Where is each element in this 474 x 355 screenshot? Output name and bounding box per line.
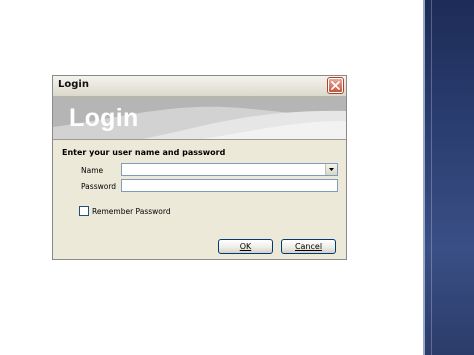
name-combobox[interactable] bbox=[121, 163, 338, 176]
banner-title: Login bbox=[69, 104, 139, 132]
ok-button-label: OK bbox=[239, 242, 252, 251]
dialog-content: Enter your user name and password Name P… bbox=[53, 140, 346, 261]
slide-side-panel bbox=[423, 0, 474, 355]
login-dialog: Login Login Enter your user name and pas… bbox=[52, 75, 347, 260]
ok-button[interactable]: OK bbox=[218, 239, 273, 254]
cancel-button-label: Cancel bbox=[294, 242, 323, 251]
remember-password-checkbox[interactable] bbox=[79, 206, 89, 216]
chevron-down-icon bbox=[329, 168, 334, 171]
login-banner: Login bbox=[53, 97, 346, 140]
dialog-titlebar[interactable]: Login bbox=[53, 76, 346, 97]
password-label: Password bbox=[81, 182, 117, 191]
remember-password-label[interactable]: Remember Password bbox=[92, 207, 171, 216]
password-field[interactable] bbox=[121, 179, 338, 192]
name-dropdown-button[interactable] bbox=[325, 164, 337, 175]
close-icon bbox=[331, 81, 340, 90]
cancel-button[interactable]: Cancel bbox=[281, 239, 336, 254]
dialog-title: Login bbox=[58, 79, 89, 90]
instruction-text: Enter your user name and password bbox=[62, 148, 226, 157]
close-button[interactable] bbox=[327, 77, 344, 94]
name-label: Name bbox=[81, 166, 104, 175]
